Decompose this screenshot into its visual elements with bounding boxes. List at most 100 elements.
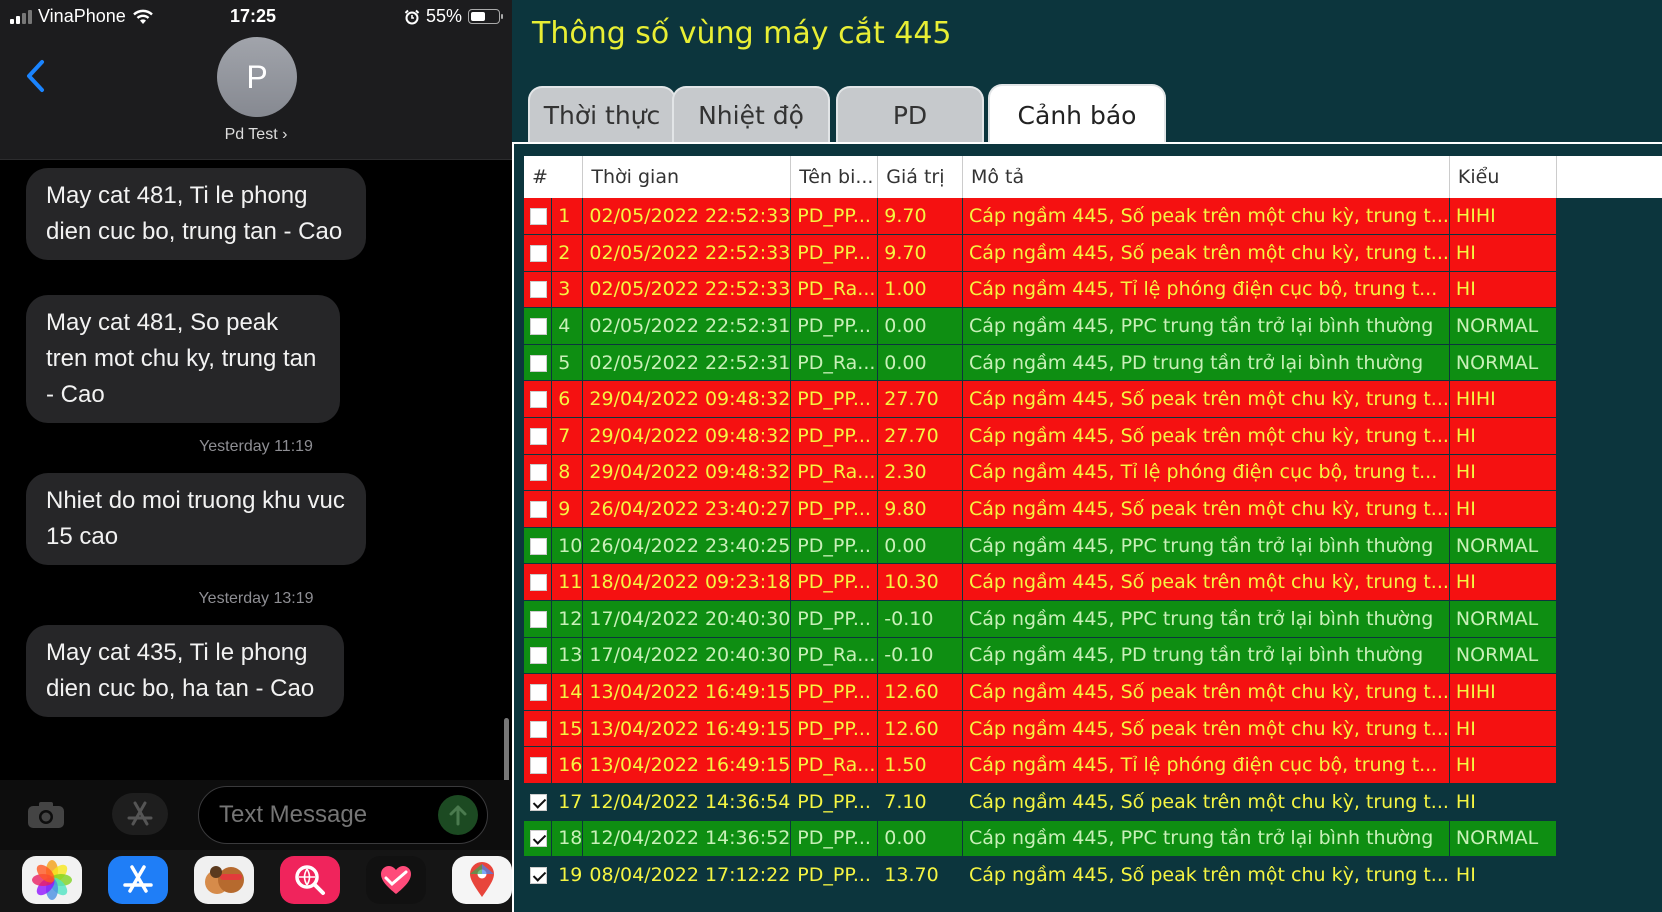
ack-checkbox[interactable] — [530, 537, 547, 555]
row-checkbox[interactable] — [524, 600, 553, 638]
row-tag: PD_PP... — [790, 856, 879, 894]
tab-pd[interactable]: PD — [836, 86, 984, 142]
row-type: HI — [1449, 454, 1557, 492]
row-tag: PD_PP... — [790, 600, 879, 638]
row-description: Cáp ngầm 445, PD trung tần trở lại bình … — [962, 637, 1450, 675]
ack-checkbox[interactable] — [530, 610, 547, 628]
tab-alarms[interactable]: Cảnh báo — [988, 84, 1166, 144]
column-header-index[interactable]: # — [524, 156, 584, 198]
ack-checkbox[interactable] — [530, 427, 547, 445]
row-spacer — [1556, 710, 1662, 748]
row-value: -0.10 — [877, 637, 963, 675]
row-checkbox[interactable] — [524, 637, 553, 675]
row-checkbox[interactable] — [524, 820, 553, 858]
row-checkbox[interactable] — [524, 673, 553, 711]
table-row[interactable]: 7 29/04/2022 09:48:32 PD_PP... 27.70 Cáp ngầ… — [524, 417, 1662, 455]
ack-checkbox[interactable] — [530, 501, 547, 519]
row-type: NORMAL — [1449, 820, 1557, 858]
contact-name[interactable]: Pd Test › — [0, 126, 512, 144]
ack-checkbox[interactable] — [530, 793, 547, 811]
contact-avatar[interactable]: P — [217, 37, 297, 117]
memoji-app-icon[interactable] — [194, 856, 254, 904]
ack-checkbox[interactable] — [530, 830, 547, 848]
ack-checkbox[interactable] — [530, 647, 547, 665]
send-arrow-icon[interactable] — [438, 795, 478, 835]
row-checkbox[interactable] — [524, 271, 553, 309]
table-row[interactable]: 17 12/04/2022 14:36:54 PD_PP... 7.10 Cáp ngầ… — [524, 783, 1662, 821]
app-store-app-icon[interactable] — [108, 856, 168, 904]
row-index: 7 — [551, 417, 584, 455]
camera-icon[interactable] — [26, 800, 66, 830]
ack-checkbox[interactable] — [530, 281, 547, 299]
digital-touch-app-icon[interactable] — [366, 856, 426, 904]
table-row[interactable]: 5 02/05/2022 22:52:31 PD_Ra... 0.00 Cáp ngầm… — [524, 344, 1662, 382]
photos-app-icon[interactable] — [22, 856, 82, 904]
table-row[interactable]: 15 13/04/2022 16:49:15 PD_PP... 12.60 Cáp ng… — [524, 710, 1662, 748]
table-row[interactable]: 3 02/05/2022 22:52:33 PD_Ra... 1.00 Cáp ngầm… — [524, 271, 1662, 309]
search-images-app-icon[interactable] — [280, 856, 340, 904]
table-row[interactable]: 12 17/04/2022 20:40:30 PD_PP... -0.10 Cáp ng… — [524, 600, 1662, 638]
tab-temperature[interactable]: Nhiệt độ — [672, 86, 830, 142]
table-row[interactable]: 14 13/04/2022 16:49:15 PD_PP... 12.60 Cáp ng… — [524, 673, 1662, 711]
ack-checkbox[interactable] — [530, 318, 547, 336]
row-checkbox[interactable] — [524, 198, 553, 236]
row-checkbox[interactable] — [524, 234, 553, 272]
table-row[interactable]: 18 12/04/2022 14:36:52 PD_PP... 0.00 Cáp ngầ… — [524, 820, 1662, 858]
column-header-value[interactable]: Giá trị — [877, 156, 963, 198]
table-row[interactable]: 6 29/04/2022 09:48:32 PD_PP... 27.70 Cáp ngầ… — [524, 380, 1662, 419]
back-chevron-icon[interactable] — [22, 58, 52, 94]
row-checkbox[interactable] — [524, 490, 553, 528]
row-checkbox[interactable] — [524, 344, 553, 382]
message-bubble[interactable]: Nhiet do moi truong khu vuc 15 cao — [26, 473, 366, 565]
table-row[interactable]: 4 02/05/2022 22:52:31 PD_PP... 0.00 Cáp ngầm… — [524, 307, 1662, 345]
scroll-indicator[interactable] — [504, 718, 509, 780]
column-header-description[interactable]: Mô tả — [962, 156, 1450, 198]
table-row[interactable]: 1 02/05/2022 22:52:33 PD_PP... 9.70 Cáp ngầm… — [524, 198, 1662, 236]
row-checkbox[interactable] — [524, 380, 553, 419]
ack-checkbox[interactable] — [530, 244, 547, 262]
row-value: 27.70 — [877, 417, 963, 455]
table-row[interactable]: 11 18/04/2022 09:23:18 PD_PP... 10.30 Cáp ng… — [524, 563, 1662, 602]
table-row[interactable]: 10 26/04/2022 23:40:25 PD_PP... 0.00 Cáp ngầ… — [524, 527, 1662, 565]
row-time: 13/04/2022 16:49:15 — [582, 710, 792, 748]
row-checkbox[interactable] — [524, 417, 553, 455]
ack-checkbox[interactable] — [530, 391, 547, 409]
row-checkbox[interactable] — [524, 783, 553, 821]
column-header-tag[interactable]: Tên bi... — [790, 156, 879, 198]
row-checkbox[interactable] — [524, 746, 553, 784]
ack-checkbox[interactable] — [530, 866, 547, 884]
row-tag: PD_Ra... — [790, 271, 879, 309]
table-row[interactable]: 8 29/04/2022 09:48:32 PD_Ra... 2.30 Cáp ngầm… — [524, 454, 1662, 492]
row-checkbox[interactable] — [524, 710, 553, 748]
row-checkbox[interactable] — [524, 454, 553, 492]
message-bubble[interactable]: May cat 435, Ti le phong dien cuc bo, ha… — [26, 625, 344, 717]
column-header-type[interactable]: Kiểu — [1449, 156, 1557, 198]
row-description: Cáp ngầm 445, PD trung tần trở lại bình … — [962, 344, 1450, 382]
table-row[interactable]: 2 02/05/2022 22:52:33 PD_PP... 9.70 Cáp ngầm… — [524, 234, 1662, 272]
ack-checkbox[interactable] — [530, 684, 547, 702]
ack-checkbox[interactable] — [530, 757, 547, 775]
maps-app-icon[interactable] — [452, 856, 512, 904]
message-bubble[interactable]: May cat 481, So peak tren mot chu ky, tr… — [26, 295, 340, 423]
ack-checkbox[interactable] — [530, 574, 547, 592]
row-time: 08/04/2022 17:12:22 — [582, 856, 792, 894]
ack-checkbox[interactable] — [530, 464, 547, 482]
row-checkbox[interactable] — [524, 307, 553, 345]
row-checkbox[interactable] — [524, 856, 553, 894]
row-index: 19 — [551, 856, 584, 894]
tab-realtime[interactable]: Thời thực — [528, 86, 676, 142]
table-row[interactable]: 16 13/04/2022 16:49:15 PD_Ra... 1.50 Cáp ngầ… — [524, 746, 1662, 784]
ack-checkbox[interactable] — [530, 354, 547, 372]
table-row[interactable]: 13 17/04/2022 20:40:30 PD_Ra... -0.10 Cáp ng… — [524, 637, 1662, 675]
message-bubble[interactable]: May cat 481, Ti le phong dien cuc bo, tr… — [26, 168, 366, 260]
row-checkbox[interactable] — [524, 527, 553, 565]
table-row[interactable]: 9 26/04/2022 23:40:27 PD_PP... 9.80 Cáp ngầm… — [524, 490, 1662, 528]
row-description: Cáp ngầm 445, Tỉ lệ phóng điện cục bộ, t… — [962, 746, 1450, 784]
ack-checkbox[interactable] — [530, 208, 547, 226]
ack-checkbox[interactable] — [530, 720, 547, 738]
clock: 17:25 — [230, 6, 277, 26]
app-store-icon[interactable] — [112, 793, 168, 835]
table-row[interactable]: 19 08/04/2022 17:12:22 PD_PP... 13.70 Cáp ng… — [524, 856, 1662, 894]
column-header-time[interactable]: Thời gian — [582, 156, 792, 198]
row-checkbox[interactable] — [524, 563, 553, 602]
